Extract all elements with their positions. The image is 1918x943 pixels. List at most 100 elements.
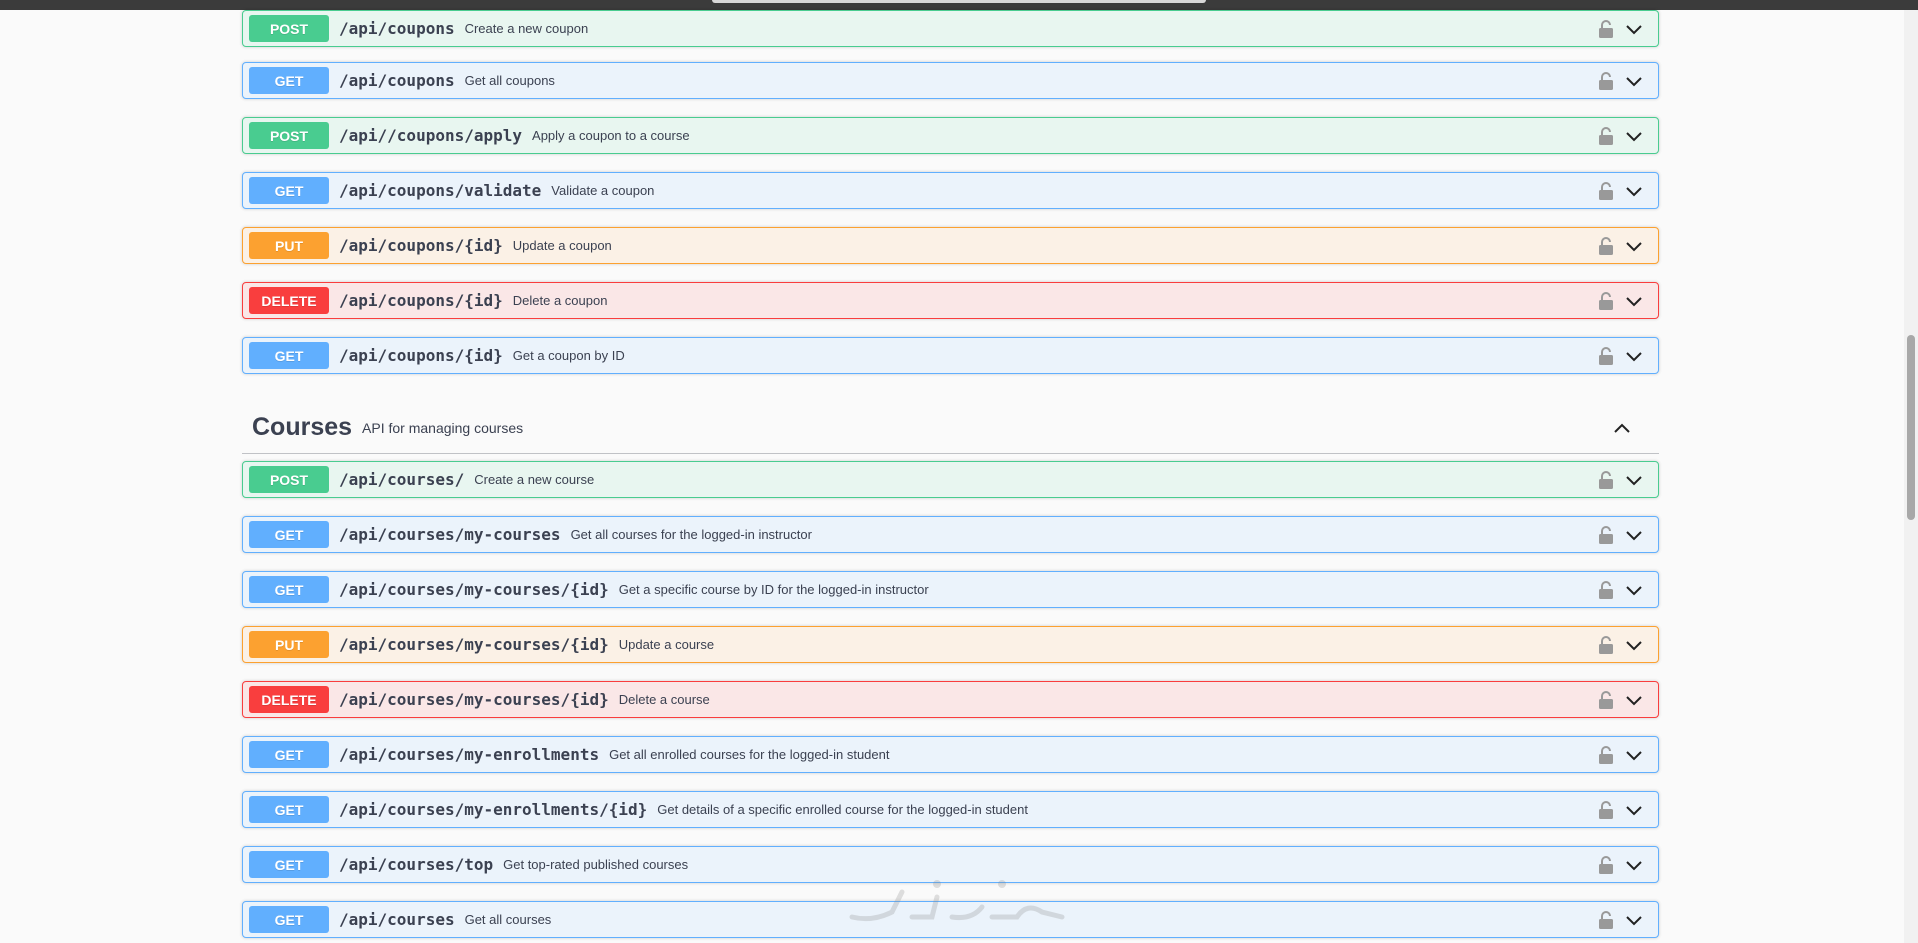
browser-top-bar: [0, 0, 1918, 10]
operation-path: /api//coupons/apply: [339, 126, 523, 145]
unlocked-padlock-icon[interactable]: [1598, 910, 1614, 930]
operation-path: /api/coupons: [339, 19, 455, 38]
operation-summary: Validate a coupon: [551, 183, 655, 198]
unlocked-padlock-icon[interactable]: [1598, 71, 1614, 91]
chevron-down-icon[interactable]: [1624, 800, 1644, 820]
operation-path: /api/coupons/{id}: [339, 236, 503, 255]
chevron-down-icon[interactable]: [1624, 346, 1644, 366]
operation-summary: Get top-rated published courses: [503, 857, 689, 872]
chevron-down-icon[interactable]: [1624, 291, 1644, 311]
operation-path: /api/courses/my-courses/{id}: [339, 635, 609, 654]
operation-path: /api/courses/top: [339, 855, 494, 874]
operation-path: /api/coupons: [339, 71, 455, 90]
unlocked-padlock-icon[interactable]: [1598, 745, 1614, 765]
operation-row[interactable]: DELETE /api/courses/my-courses/{id} Dele…: [242, 681, 1659, 718]
method-badge: DELETE: [249, 287, 329, 314]
method-badge: PUT: [249, 232, 329, 259]
operation-row[interactable]: GET /api/coupons/validate Validate a cou…: [242, 172, 1659, 209]
operation-row[interactable]: POST /api//coupons/apply Apply a coupon …: [242, 117, 1659, 154]
chevron-down-icon[interactable]: [1624, 19, 1644, 39]
method-badge: POST: [249, 122, 329, 149]
tag-description: API for managing courses: [362, 419, 524, 436]
method-badge: GET: [249, 67, 329, 94]
unlocked-padlock-icon[interactable]: [1598, 580, 1614, 600]
unlocked-padlock-icon[interactable]: [1598, 236, 1614, 256]
operation-path: /api/coupons/{id}: [339, 346, 503, 365]
watermark-logo: [842, 872, 1076, 932]
operation-row[interactable]: GET /api/courses/my-enrollments/{id} Get…: [242, 791, 1659, 828]
chevron-down-icon[interactable]: [1624, 71, 1644, 91]
operation-summary: Delete a course: [618, 692, 710, 707]
tag-section-header-courses[interactable]: Courses API for managing courses: [242, 402, 1659, 454]
operation-summary: Get a coupon by ID: [512, 348, 625, 363]
unlocked-padlock-icon[interactable]: [1598, 690, 1614, 710]
operation-summary: Get all coupons: [464, 73, 555, 88]
operation-row[interactable]: PUT /api/coupons/{id} Update a coupon: [242, 227, 1659, 264]
unlocked-padlock-icon[interactable]: [1598, 855, 1614, 875]
chevron-down-icon[interactable]: [1624, 181, 1644, 201]
chevron-down-icon[interactable]: [1624, 855, 1644, 875]
method-badge: GET: [249, 906, 329, 933]
chevron-up-icon[interactable]: [1611, 417, 1633, 439]
operation-row[interactable]: GET /api/courses/my-courses/{id} Get a s…: [242, 571, 1659, 608]
method-badge: GET: [249, 177, 329, 204]
operation-path: /api/courses/my-enrollments/{id}: [339, 800, 648, 819]
operation-row[interactable]: DELETE /api/coupons/{id} Delete a coupon: [242, 282, 1659, 319]
method-badge: DELETE: [249, 686, 329, 713]
address-bar-edge: [712, 0, 1206, 3]
unlocked-padlock-icon[interactable]: [1598, 346, 1614, 366]
operation-row[interactable]: PUT /api/courses/my-courses/{id} Update …: [242, 626, 1659, 663]
chevron-down-icon[interactable]: [1624, 126, 1644, 146]
chevron-down-icon[interactable]: [1624, 635, 1644, 655]
method-badge: GET: [249, 342, 329, 369]
operation-row[interactable]: POST /api/courses/ Create a new course: [242, 461, 1659, 498]
method-badge: GET: [249, 851, 329, 878]
method-badge: POST: [249, 15, 329, 42]
chevron-down-icon[interactable]: [1624, 580, 1644, 600]
operation-path: /api/courses/: [339, 470, 465, 489]
operation-row[interactable]: GET /api/courses/my-enrollments Get all …: [242, 736, 1659, 773]
operation-path: /api/courses/my-courses: [339, 525, 561, 544]
operation-row[interactable]: GET /api/coupons/{id} Get a coupon by ID: [242, 337, 1659, 374]
operation-row[interactable]: GET /api/courses/my-courses Get all cour…: [242, 516, 1659, 553]
operation-summary: Create a new coupon: [464, 21, 589, 36]
operation-path: /api/courses/my-courses/{id}: [339, 580, 609, 599]
chevron-down-icon[interactable]: [1624, 690, 1644, 710]
operation-path: /api/coupons/validate: [339, 181, 542, 200]
chevron-down-icon[interactable]: [1624, 236, 1644, 256]
method-badge: POST: [249, 466, 329, 493]
operation-row[interactable]: POST /api/coupons Create a new coupon: [242, 10, 1659, 47]
operation-summary: Create a new course: [474, 472, 595, 487]
operation-summary: Update a coupon: [512, 238, 612, 253]
unlocked-padlock-icon[interactable]: [1598, 126, 1614, 146]
operation-summary: Get all courses: [464, 912, 552, 927]
method-badge: GET: [249, 576, 329, 603]
method-badge: GET: [249, 521, 329, 548]
chevron-down-icon[interactable]: [1624, 910, 1644, 930]
chevron-down-icon[interactable]: [1624, 745, 1644, 765]
unlocked-padlock-icon[interactable]: [1598, 635, 1614, 655]
unlocked-padlock-icon[interactable]: [1598, 19, 1614, 39]
method-badge: PUT: [249, 631, 329, 658]
vertical-scrollbar[interactable]: [1904, 10, 1918, 943]
operation-path: /api/coupons/{id}: [339, 291, 503, 310]
operation-row[interactable]: GET /api/coupons Get all coupons: [242, 62, 1659, 99]
operation-path: /api/courses/my-courses/{id}: [339, 690, 609, 709]
operation-summary: Get details of a specific enrolled cours…: [657, 802, 1028, 817]
chevron-down-icon[interactable]: [1624, 525, 1644, 545]
tag-title: Courses: [252, 413, 353, 441]
unlocked-padlock-icon[interactable]: [1598, 800, 1614, 820]
unlocked-padlock-icon[interactable]: [1598, 181, 1614, 201]
unlocked-padlock-icon[interactable]: [1598, 525, 1614, 545]
operation-summary: Get all courses for the logged-in instru…: [570, 527, 812, 542]
unlocked-padlock-icon[interactable]: [1598, 291, 1614, 311]
method-badge: GET: [249, 796, 329, 823]
scrollbar-thumb[interactable]: [1907, 335, 1915, 520]
operation-path: /api/courses: [339, 910, 455, 929]
operation-summary: Get a specific course by ID for the logg…: [618, 582, 929, 597]
unlocked-padlock-icon[interactable]: [1598, 470, 1614, 490]
operation-summary: Apply a coupon to a course: [532, 128, 690, 143]
chevron-down-icon[interactable]: [1624, 470, 1644, 490]
method-badge: GET: [249, 741, 329, 768]
operation-path: /api/courses/my-enrollments: [339, 745, 600, 764]
